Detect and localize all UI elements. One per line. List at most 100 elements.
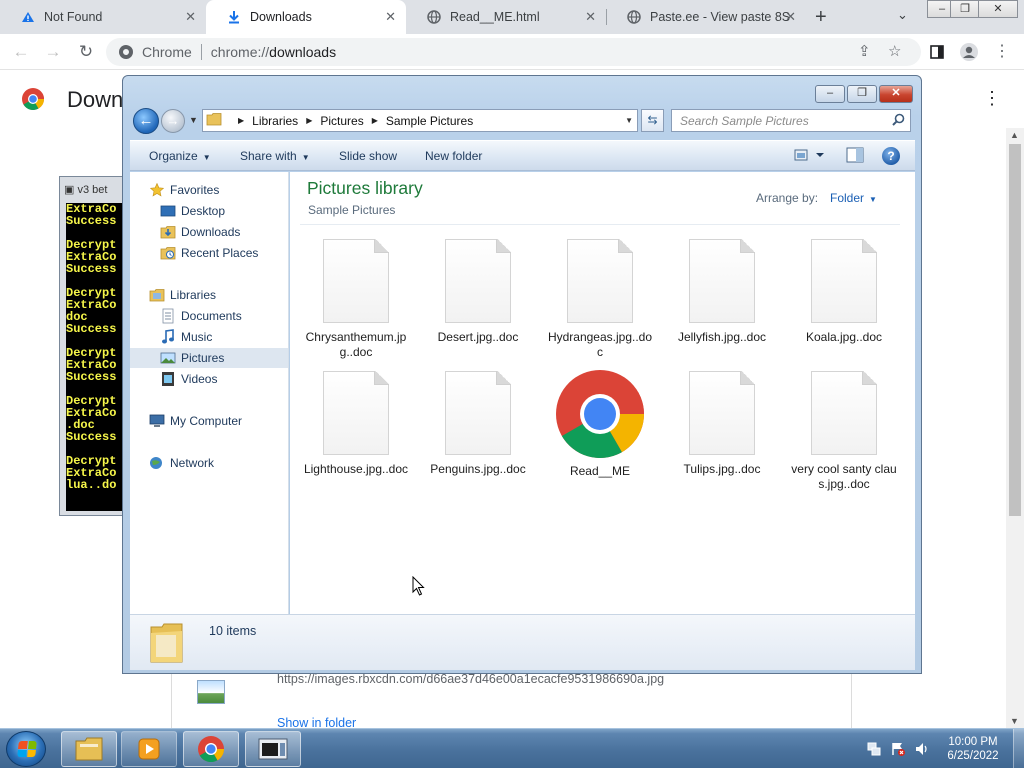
close-window-button[interactable]: ✕ (879, 85, 913, 103)
scroll-down-icon[interactable]: ▼ (1010, 716, 1019, 726)
tab-downloads[interactable]: Downloads ✕ (206, 0, 406, 34)
folder-icon (206, 112, 222, 129)
nav-libraries[interactable]: Libraries (130, 285, 288, 305)
back-arrow-icon[interactable]: ← (133, 108, 159, 134)
console-window[interactable]: ▣ v3 bet ExtraCo Success Decrypt ExtraCo Su… (59, 176, 129, 516)
search-input[interactable] (672, 110, 882, 131)
refresh-icon[interactable]: ⇆ (641, 109, 664, 132)
breadcrumb-libraries[interactable]: Libraries (252, 114, 298, 128)
file-item[interactable]: Tulips.jpg..doc (668, 371, 776, 477)
show-desktop-button[interactable] (1013, 729, 1024, 768)
address-bar[interactable]: Chrome chrome://downloads (106, 38, 921, 66)
tab-read-me[interactable]: Read__ME.html ✕ (406, 0, 606, 34)
network-tray-icon[interactable] (865, 740, 883, 758)
breadcrumb-arrow-icon[interactable]: ▶ (306, 116, 312, 125)
file-item[interactable]: Chrysanthemum.jpg..doc (302, 239, 410, 360)
file-item[interactable]: very cool santy claus.jpg..doc (790, 371, 898, 492)
close-tab-icon[interactable]: ✕ (785, 9, 796, 25)
chrome-logo-icon (21, 87, 45, 114)
organize-label: Organize (149, 149, 198, 163)
file-item[interactable]: Hydrangeas.jpg..doc (546, 239, 654, 360)
help-icon[interactable]: ? (882, 147, 900, 165)
bookmark-star-icon[interactable]: ☆ (888, 42, 901, 60)
tab-paste-ee[interactable]: Paste.ee - View paste 8SC ✕ (606, 0, 806, 34)
nav-videos[interactable]: Videos (130, 369, 288, 389)
nav-recent-places[interactable]: Recent Places (130, 243, 288, 263)
tab-not-found[interactable]: Not Found ✕ (0, 0, 206, 34)
nav-my-computer[interactable]: My Computer (130, 411, 288, 431)
windows-logo-icon (17, 741, 37, 757)
file-item[interactable]: Lighthouse.jpg..doc (302, 371, 410, 477)
close-tab-icon[interactable]: ✕ (585, 9, 596, 25)
reload-button[interactable]: ↻ (74, 40, 98, 64)
preview-pane-icon[interactable] (846, 147, 864, 166)
file-item[interactable]: Penguins.jpg..doc (424, 371, 532, 477)
taskbar-clock[interactable]: 10:00 PM 6/25/2022 (938, 735, 1008, 763)
action-center-alert-icon[interactable] (889, 740, 907, 758)
explorer-address-bar[interactable]: ▶ Libraries ▶ Pictures ▶ Sample Pictures… (202, 109, 638, 132)
site-chip[interactable]: Chrome (118, 44, 192, 60)
nav-label: Videos (181, 372, 218, 386)
scroll-thumb[interactable] (1009, 144, 1021, 516)
breadcrumb-arrow-icon[interactable]: ▶ (372, 116, 378, 125)
nav-desktop[interactable]: Desktop (130, 201, 288, 221)
file-name: Hydrangeas.jpg..doc (547, 330, 653, 359)
chevron-down-icon[interactable]: ▼ (625, 116, 633, 125)
forward-button[interactable]: → (41, 40, 65, 64)
close-tab-icon[interactable]: ✕ (185, 9, 196, 25)
close-tab-icon[interactable]: ✕ (385, 9, 396, 25)
nav-documents[interactable]: Documents (130, 306, 288, 326)
forward-arrow-icon[interactable]: → (161, 109, 185, 133)
nav-network[interactable]: Network (130, 453, 288, 473)
download-url[interactable]: https://images.rbxcdn.com/d66ae37d46e00a… (277, 672, 664, 686)
kebab-menu-icon[interactable]: ⋮ (991, 42, 1013, 64)
file-item[interactable]: Jellyfish.jpg..doc (668, 239, 776, 345)
breadcrumb-arrow-icon[interactable]: ▶ (238, 116, 244, 125)
nav-pictures[interactable]: Pictures (130, 348, 288, 368)
new-folder-button[interactable]: New folder (425, 149, 482, 163)
history-dropdown-icon[interactable]: ▼ (189, 115, 198, 125)
close-window-button[interactable]: ✕ (978, 0, 1018, 18)
search-icon[interactable] (892, 113, 905, 129)
maximize-button[interactable]: ❐ (847, 85, 877, 103)
download-icon (226, 9, 242, 25)
organize-button[interactable]: Organize ▼ (149, 149, 211, 163)
chrome-icon (555, 369, 645, 458)
blank-document-icon (445, 239, 511, 323)
taskbar-chrome[interactable] (183, 731, 239, 767)
scroll-up-icon[interactable]: ▲ (1010, 130, 1019, 140)
file-item[interactable]: Read__ME (546, 369, 654, 479)
slide-show-button[interactable]: Slide show (339, 149, 397, 163)
page-scrollbar[interactable]: ▲ ▼ (1006, 128, 1024, 730)
breadcrumb-sample-pictures[interactable]: Sample Pictures (386, 114, 473, 128)
file-item[interactable]: Koala.jpg..doc (790, 239, 898, 345)
volume-icon[interactable] (913, 740, 931, 758)
nav-music[interactable]: Music (130, 327, 288, 347)
new-tab-button[interactable]: + (815, 6, 827, 29)
globe-icon (626, 9, 642, 25)
divider (300, 224, 900, 225)
chevron-down-icon[interactable]: ⌄ (897, 7, 908, 23)
nav-downloads[interactable]: Downloads (130, 222, 288, 242)
kebab-menu-icon[interactable]: ⋮ (983, 88, 1001, 109)
console-line: Success (66, 262, 117, 276)
pictures-icon (160, 350, 176, 366)
share-icon[interactable]: ⇪ (858, 42, 871, 60)
taskbar-media-player[interactable] (121, 731, 177, 767)
back-button[interactable]: ← (9, 40, 33, 64)
search-box[interactable] (671, 109, 911, 132)
share-with-button[interactable]: Share with ▼ (240, 149, 310, 163)
taskbar-explorer[interactable] (61, 731, 117, 767)
maximize-button[interactable]: ❐ (950, 0, 980, 18)
minimize-button[interactable]: – (815, 85, 845, 103)
taskbar-console[interactable] (245, 731, 301, 767)
arrange-by-dropdown[interactable]: Folder ▼ (830, 191, 877, 205)
nav-label: Network (170, 456, 215, 470)
side-panel-icon[interactable] (926, 42, 948, 64)
view-options-icon[interactable] (794, 147, 826, 166)
file-item[interactable]: Desert.jpg..doc (424, 239, 532, 345)
breadcrumb-pictures[interactable]: Pictures (320, 114, 363, 128)
start-button[interactable] (6, 731, 46, 767)
nav-favorites[interactable]: Favorites (130, 180, 288, 200)
profile-avatar-icon[interactable] (958, 42, 980, 64)
